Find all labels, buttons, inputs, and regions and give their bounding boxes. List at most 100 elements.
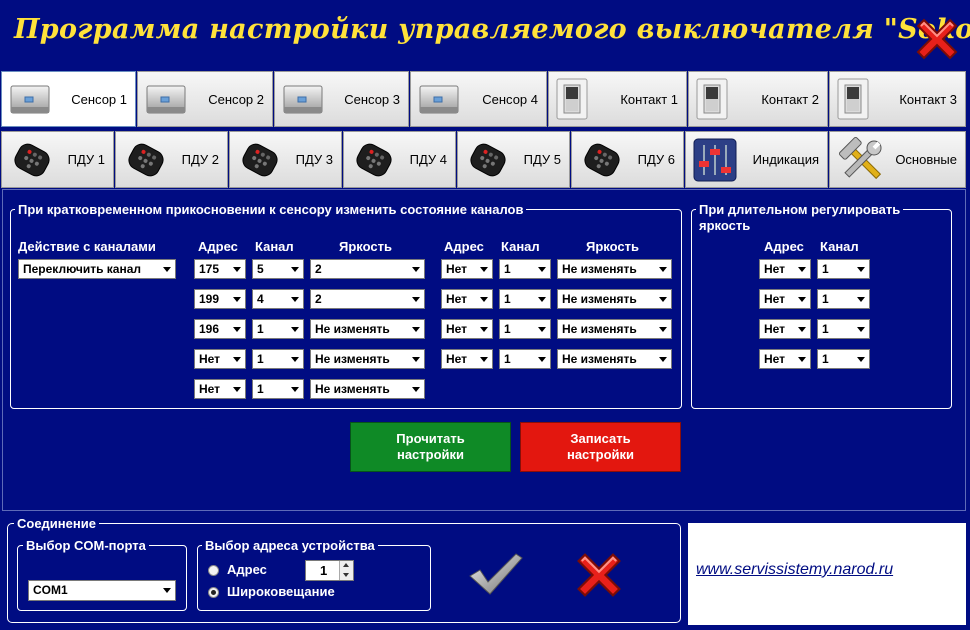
tab-пду-1[interactable]: ПДУ 1: [1, 131, 114, 188]
long-chan-select[interactable]: 1: [817, 349, 870, 369]
tab-пду-4[interactable]: ПДУ 4: [343, 131, 456, 188]
left-chan-select[interactable]: 5: [252, 259, 304, 279]
right-chan-select[interactable]: 1: [499, 349, 551, 369]
tab-контакт-2[interactable]: Контакт 2: [688, 71, 828, 127]
radio-broadcast-label: Широковещание: [227, 584, 335, 599]
long-addr-select[interactable]: Нет: [759, 259, 811, 279]
tab-сенсор-3[interactable]: Сенсор 3: [274, 71, 409, 127]
close-window-button[interactable]: [910, 12, 964, 66]
tab-label: ПДУ 3: [295, 152, 333, 167]
right-chan-select[interactable]: 1: [499, 289, 551, 309]
left-chan-header: Канал: [255, 239, 294, 254]
left-bright-select-value: Не изменять: [315, 322, 390, 336]
right-bright-select[interactable]: Не изменять: [557, 319, 672, 339]
spin-down-icon[interactable]: [343, 573, 349, 577]
tab-пду-2[interactable]: ПДУ 2: [115, 131, 228, 188]
right-addr-select[interactable]: Нет: [441, 349, 493, 369]
left-addr-select[interactable]: 175: [194, 259, 246, 279]
remote-icon: [578, 141, 626, 179]
left-bright-select[interactable]: Не изменять: [310, 319, 425, 339]
left-addr-select-value: 175: [199, 262, 220, 276]
equalizer-icon: [692, 137, 738, 183]
tab-сенсор-1[interactable]: Сенсор 1: [1, 71, 136, 127]
left-addr-header: Адрес: [198, 239, 238, 254]
tab-label: Контакт 2: [761, 91, 819, 107]
tab-контакт-3[interactable]: Контакт 3: [829, 71, 966, 127]
left-addr-select[interactable]: 199: [194, 289, 246, 309]
tab-label: ПДУ 2: [181, 152, 219, 167]
spin-up-icon[interactable]: [343, 563, 349, 567]
right-bright-select[interactable]: Не изменять: [557, 259, 672, 279]
left-chan-select[interactable]: 1: [252, 379, 304, 399]
right-addr-select[interactable]: Нет: [441, 259, 493, 279]
tab-пду-3[interactable]: ПДУ 3: [229, 131, 342, 188]
disconnect-button[interactable]: [570, 546, 628, 604]
chevron-down-icon: [659, 267, 667, 272]
radio-broadcast[interactable]: [208, 587, 219, 598]
left-bright-header: Яркость: [339, 239, 392, 254]
right-bright-select[interactable]: Не изменять: [557, 349, 672, 369]
tab-label: Индикация: [752, 152, 819, 167]
tab-контакт-1[interactable]: Контакт 1: [548, 71, 687, 127]
read-settings-button[interactable]: Прочитать настройки: [350, 422, 511, 472]
left-chan-select-value: 1: [257, 322, 264, 336]
long-chan-select[interactable]: 1: [817, 259, 870, 279]
left-bright-select[interactable]: Не изменять: [310, 349, 425, 369]
tab-сенсор-2[interactable]: Сенсор 2: [137, 71, 273, 127]
left-bright-select[interactable]: 2: [310, 289, 425, 309]
app-title: Программа настройки управляемого выключа…: [14, 14, 970, 45]
chevron-down-icon: [798, 267, 806, 272]
long-touch-title-line2: яркость: [699, 218, 751, 233]
left-addr-select[interactable]: Нет: [194, 379, 246, 399]
left-chan-select[interactable]: 1: [252, 319, 304, 339]
long-chan-select[interactable]: 1: [817, 289, 870, 309]
tab-индикация[interactable]: Индикация: [685, 131, 828, 188]
read-settings-label-2: настройки: [396, 447, 465, 462]
long-chan-select[interactable]: 1: [817, 319, 870, 339]
chevron-down-icon: [480, 267, 488, 272]
left-bright-select[interactable]: Не изменять: [310, 379, 425, 399]
left-addr-select[interactable]: Нет: [194, 349, 246, 369]
left-addr-select[interactable]: 196: [194, 319, 246, 339]
long-addr-select-value: Нет: [764, 262, 786, 276]
address-spinbox[interactable]: 1: [305, 560, 354, 581]
write-settings-label-2: настройки: [566, 447, 635, 462]
switch-icon: [695, 77, 729, 121]
tab-основные[interactable]: Основные: [829, 131, 966, 188]
right-addr-select[interactable]: Нет: [441, 289, 493, 309]
left-chan-select[interactable]: 1: [252, 349, 304, 369]
connect-button[interactable]: [466, 550, 524, 596]
right-chan-select[interactable]: 1: [499, 319, 551, 339]
long-addr-select[interactable]: Нет: [759, 289, 811, 309]
chevron-down-icon: [857, 327, 865, 332]
radio-address[interactable]: [208, 565, 219, 576]
spin-buttons[interactable]: [339, 561, 353, 580]
long-addr-select[interactable]: Нет: [759, 349, 811, 369]
tab-сенсор-4[interactable]: Сенсор 4: [410, 71, 547, 127]
device-address-title: Выбор адреса устройства: [202, 538, 378, 553]
tab-пду-6[interactable]: ПДУ 6: [571, 131, 684, 188]
left-chan-select[interactable]: 4: [252, 289, 304, 309]
com-port-select[interactable]: COM1: [28, 580, 176, 601]
right-bright-select[interactable]: Не изменять: [557, 289, 672, 309]
chevron-down-icon: [480, 297, 488, 302]
tab-label: Контакт 1: [620, 91, 678, 107]
chevron-down-icon: [412, 327, 420, 332]
tools-icon: [836, 135, 888, 185]
switch-icon: [555, 77, 589, 121]
website-link[interactable]: www.servissistemy.narod.ru: [696, 561, 893, 579]
right-chan-select[interactable]: 1: [499, 259, 551, 279]
remote-icon: [122, 141, 170, 179]
right-addr-select[interactable]: Нет: [441, 319, 493, 339]
tab-label: Сенсор 1: [71, 91, 127, 107]
remote-icon: [236, 141, 284, 179]
short-touch-title: При кратковременном прикосновении к сенс…: [15, 202, 527, 217]
chevron-down-icon: [480, 357, 488, 362]
action-select[interactable]: Переключить канал: [18, 259, 176, 279]
left-bright-select[interactable]: 2: [310, 259, 425, 279]
chevron-down-icon: [233, 387, 241, 392]
long-addr-select[interactable]: Нет: [759, 319, 811, 339]
write-settings-button[interactable]: Записать настройки: [520, 422, 681, 472]
tab-пду-5[interactable]: ПДУ 5: [457, 131, 570, 188]
tab-label: ПДУ 1: [67, 152, 105, 167]
